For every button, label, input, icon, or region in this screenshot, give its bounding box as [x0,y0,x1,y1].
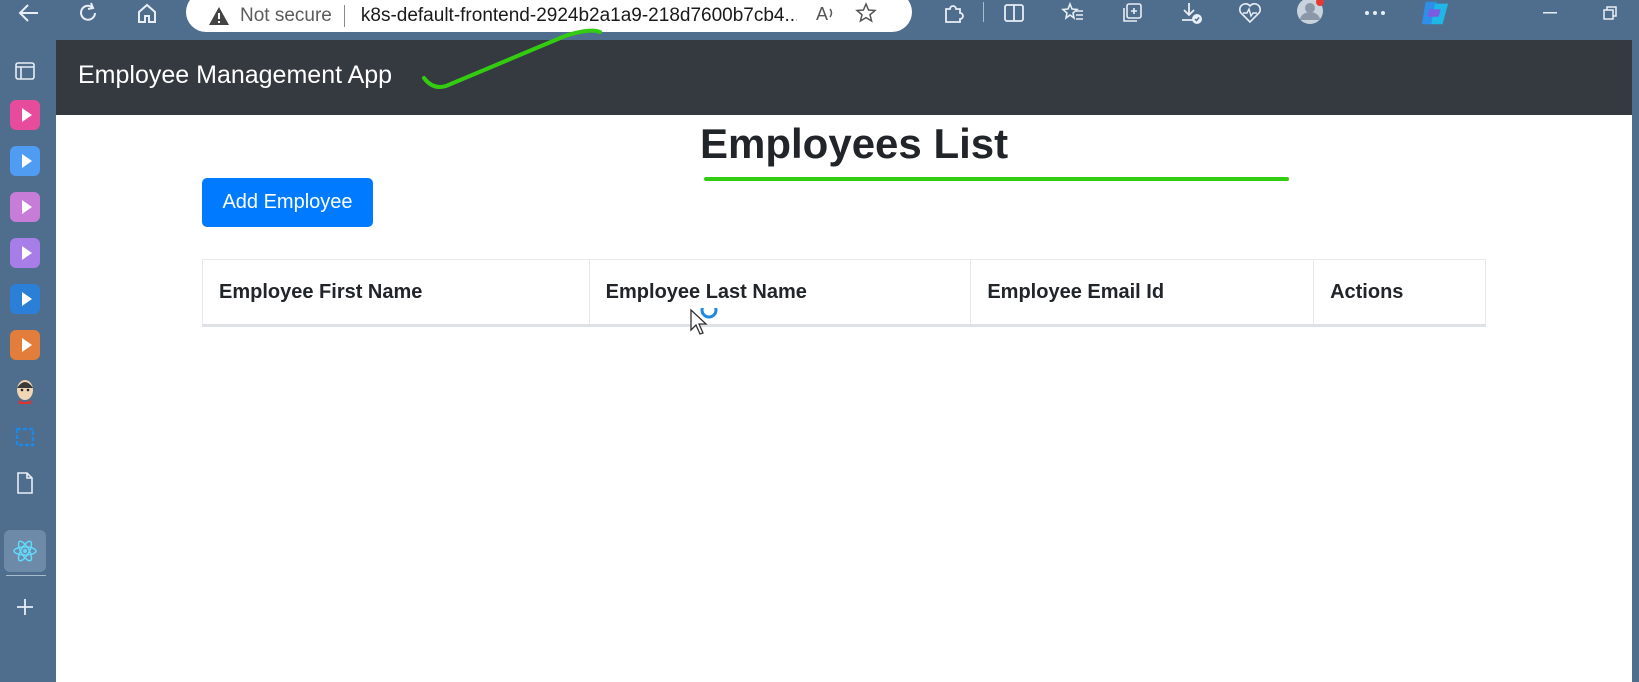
vertical-tabs-sidebar [0,40,56,682]
tab-favicon-orange-icon[interactable] [10,330,40,360]
restore-icon[interactable] [1595,0,1625,26]
home-icon[interactable] [132,0,162,26]
address-separator [343,5,345,27]
tab-actions-icon[interactable] [10,56,40,86]
tab-favicon-blue-icon[interactable] [10,146,40,176]
sidebar-divider [6,575,46,576]
tab-favicon-jenkins-icon[interactable] [10,376,40,406]
column-header-first-name: Employee First Name [202,259,590,327]
profile-avatar-icon[interactable] [1295,0,1325,26]
app-brand[interactable]: Employee Management App [78,61,392,90]
toolbar-divider [983,2,984,22]
extensions-icon[interactable] [938,0,968,26]
favorite-star-icon[interactable] [855,2,877,30]
app-navbar: Employee Management App [56,40,1632,115]
copilot-icon[interactable] [1420,0,1450,26]
tab-favicon-purple-icon[interactable] [10,192,40,222]
page-title: Employees List [700,120,1009,167]
security-label[interactable]: Not secure [240,5,332,27]
back-icon[interactable] [14,0,44,26]
collections-icon[interactable] [1117,0,1147,26]
more-options-icon[interactable] [1360,0,1390,26]
add-employee-button[interactable]: Add Employee [202,178,373,227]
svg-text:A: A [816,4,828,23]
tab-favicon-react-icon[interactable] [10,536,40,566]
minimize-icon[interactable] [1535,0,1565,26]
mouse-cursor-icon [689,301,723,343]
column-header-actions: Actions [1313,259,1486,327]
column-header-last-name: Employee Last Name [588,259,972,327]
browser-toolbar: Not secure k8s-default-frontend-2924b2a1… [0,0,1639,40]
column-header-email-id: Employee Email Id [970,259,1315,327]
tab-favicon-pink-icon[interactable] [10,100,40,130]
table-header-row: Employee First Name Employee Last Name E… [202,259,1486,327]
new-tab-plus-icon[interactable] [10,592,40,622]
refresh-icon[interactable] [73,0,103,26]
page-viewport: Employee Management App Employees List A… [56,40,1632,682]
favorites-icon[interactable] [1058,0,1088,26]
warning-icon[interactable] [208,6,230,26]
read-aloud-icon[interactable]: A [815,3,837,29]
tab-favicon-darkblue-icon[interactable] [10,284,40,314]
downloads-icon[interactable] [1176,0,1206,26]
browser-essentials-icon[interactable] [1235,0,1265,26]
tab-favicon-network-icon[interactable] [10,422,40,452]
employees-table: Employee First Name Employee Last Name E… [202,259,1486,327]
split-screen-icon[interactable] [999,0,1029,26]
url-text[interactable]: k8s-default-frontend-2924b2a1a9-218d7600… [361,5,797,27]
address-bar[interactable]: Not secure k8s-default-frontend-2924b2a1… [186,0,912,32]
tab-favicon-violet-icon[interactable] [10,238,40,268]
tab-favicon-document-icon[interactable] [10,468,40,498]
